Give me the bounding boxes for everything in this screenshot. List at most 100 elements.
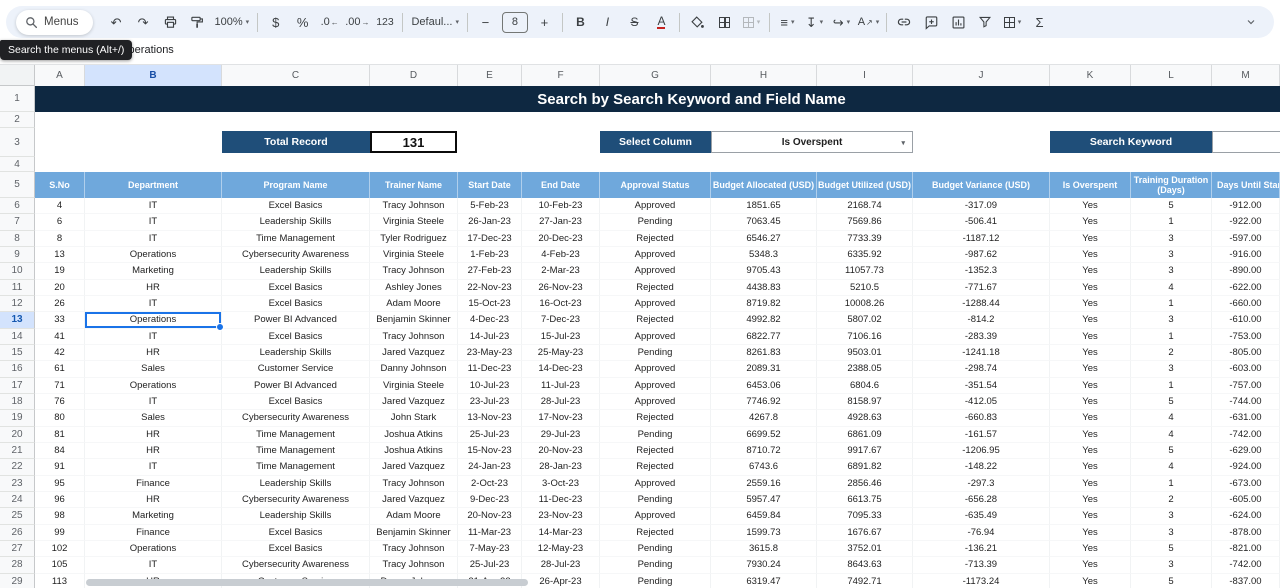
- cell[interactable]: 28-Jul-23: [522, 394, 600, 410]
- search-keyword-input[interactable]: [1212, 131, 1280, 153]
- cell[interactable]: 1: [1131, 296, 1212, 312]
- cell[interactable]: 20-Nov-23: [522, 443, 600, 459]
- cell[interactable]: Jared Vazquez: [370, 459, 458, 475]
- cell[interactable]: Approved: [600, 247, 711, 263]
- cell[interactable]: Marketing: [85, 508, 222, 524]
- cell[interactable]: HR: [85, 345, 222, 361]
- row-number[interactable]: 10: [0, 263, 35, 279]
- cell[interactable]: -610.00: [1212, 312, 1280, 328]
- cell[interactable]: Approved: [600, 378, 711, 394]
- cell[interactable]: IT: [85, 231, 222, 247]
- cell[interactable]: Yes: [1050, 394, 1131, 410]
- cell[interactable]: -76.94: [913, 525, 1050, 541]
- cell[interactable]: -148.22: [913, 459, 1050, 475]
- cell[interactable]: 3: [1131, 312, 1212, 328]
- row-number[interactable]: 17: [0, 378, 35, 394]
- column-header-M[interactable]: M: [1212, 65, 1280, 86]
- cell[interactable]: 17-Dec-23: [458, 231, 522, 247]
- cell[interactable]: 15-Nov-23: [458, 443, 522, 459]
- row-number[interactable]: 20: [0, 427, 35, 443]
- cell[interactable]: Pending: [600, 214, 711, 230]
- cell[interactable]: 105: [35, 557, 85, 573]
- cell[interactable]: 7063.45: [711, 214, 817, 230]
- cell[interactable]: -597.00: [1212, 231, 1280, 247]
- cell[interactable]: 7-May-23: [458, 541, 522, 557]
- cell[interactable]: Approved: [600, 296, 711, 312]
- cell[interactable]: 4-Feb-23: [522, 247, 600, 263]
- strikethrough-button[interactable]: S: [621, 9, 648, 35]
- cell[interactable]: 20-Nov-23: [458, 508, 522, 524]
- cell[interactable]: 9-Dec-23: [458, 492, 522, 508]
- cell[interactable]: 7569.86: [817, 214, 913, 230]
- cell[interactable]: 81: [35, 427, 85, 443]
- header-department[interactable]: Department: [85, 172, 222, 198]
- cell[interactable]: 5: [1131, 198, 1212, 214]
- cell[interactable]: 11-Jul-23: [522, 378, 600, 394]
- row-number[interactable]: 25: [0, 508, 35, 524]
- cell[interactable]: HR: [85, 280, 222, 296]
- column-header-F[interactable]: F: [522, 65, 600, 86]
- cell[interactable]: 28-Jul-23: [522, 557, 600, 573]
- cell[interactable]: 4: [35, 198, 85, 214]
- cell[interactable]: Excel Basics: [222, 296, 370, 312]
- row-number[interactable]: 22: [0, 459, 35, 475]
- cell[interactable]: 61: [35, 361, 85, 377]
- cell[interactable]: Excel Basics: [222, 525, 370, 541]
- cell[interactable]: Yes: [1050, 378, 1131, 394]
- cell[interactable]: Cybersecurity Awareness: [222, 247, 370, 263]
- cell[interactable]: Yes: [1050, 443, 1131, 459]
- cell[interactable]: 2-Oct-23: [458, 476, 522, 492]
- cell[interactable]: Adam Moore: [370, 508, 458, 524]
- cell[interactable]: 1599.73: [711, 525, 817, 541]
- cell[interactable]: -924.00: [1212, 459, 1280, 475]
- cell[interactable]: 11-Mar-23: [458, 525, 522, 541]
- cell[interactable]: 5-Feb-23: [458, 198, 522, 214]
- cell[interactable]: Excel Basics: [222, 394, 370, 410]
- vertical-align-button[interactable]: ↧▾: [801, 9, 828, 35]
- cell[interactable]: 5348.3: [711, 247, 817, 263]
- cell[interactable]: Jared Vazquez: [370, 345, 458, 361]
- cell[interactable]: Rejected: [600, 231, 711, 247]
- cell[interactable]: Tracy Johnson: [370, 476, 458, 492]
- cell[interactable]: 8643.63: [817, 557, 913, 573]
- cell[interactable]: Pending: [600, 492, 711, 508]
- cell[interactable]: 9917.67: [817, 443, 913, 459]
- cell[interactable]: Customer Service: [222, 361, 370, 377]
- row-number[interactable]: 9: [0, 247, 35, 263]
- cell[interactable]: Cybersecurity Awareness: [222, 410, 370, 426]
- cell[interactable]: -622.00: [1212, 280, 1280, 296]
- cell[interactable]: 25-May-23: [522, 345, 600, 361]
- cell[interactable]: -1206.95: [913, 443, 1050, 459]
- cell[interactable]: 80: [35, 410, 85, 426]
- cell[interactable]: 3615.8: [711, 541, 817, 557]
- cell[interactable]: Tracy Johnson: [370, 557, 458, 573]
- cell[interactable]: IT: [85, 459, 222, 475]
- row-number[interactable]: 3: [0, 128, 35, 157]
- cell[interactable]: HR: [85, 443, 222, 459]
- cell[interactable]: Rejected: [600, 280, 711, 296]
- cell[interactable]: 20: [35, 280, 85, 296]
- cell[interactable]: 3: [1131, 247, 1212, 263]
- row-number[interactable]: 13: [0, 312, 35, 328]
- cell[interactable]: -297.3: [913, 476, 1050, 492]
- select-all-corner[interactable]: [0, 65, 35, 86]
- cell[interactable]: 4267.8: [711, 410, 817, 426]
- row-number[interactable]: 15: [0, 345, 35, 361]
- row-number[interactable]: 19: [0, 410, 35, 426]
- cell[interactable]: 42: [35, 345, 85, 361]
- cell[interactable]: -283.39: [913, 329, 1050, 345]
- cell[interactable]: 10008.26: [817, 296, 913, 312]
- row-number[interactable]: 6: [0, 198, 35, 214]
- cell[interactable]: 41: [35, 329, 85, 345]
- cell[interactable]: HR: [85, 427, 222, 443]
- cell[interactable]: Yes: [1050, 263, 1131, 279]
- cell[interactable]: 26-Jan-23: [458, 214, 522, 230]
- cell[interactable]: Yes: [1050, 492, 1131, 508]
- row-number[interactable]: 12: [0, 296, 35, 312]
- cell[interactable]: -624.00: [1212, 508, 1280, 524]
- cell[interactable]: 23-Jul-23: [458, 394, 522, 410]
- row-number[interactable]: 16: [0, 361, 35, 377]
- cell[interactable]: Operations: [85, 541, 222, 557]
- column-header-E[interactable]: E: [458, 65, 522, 86]
- cell[interactable]: 96: [35, 492, 85, 508]
